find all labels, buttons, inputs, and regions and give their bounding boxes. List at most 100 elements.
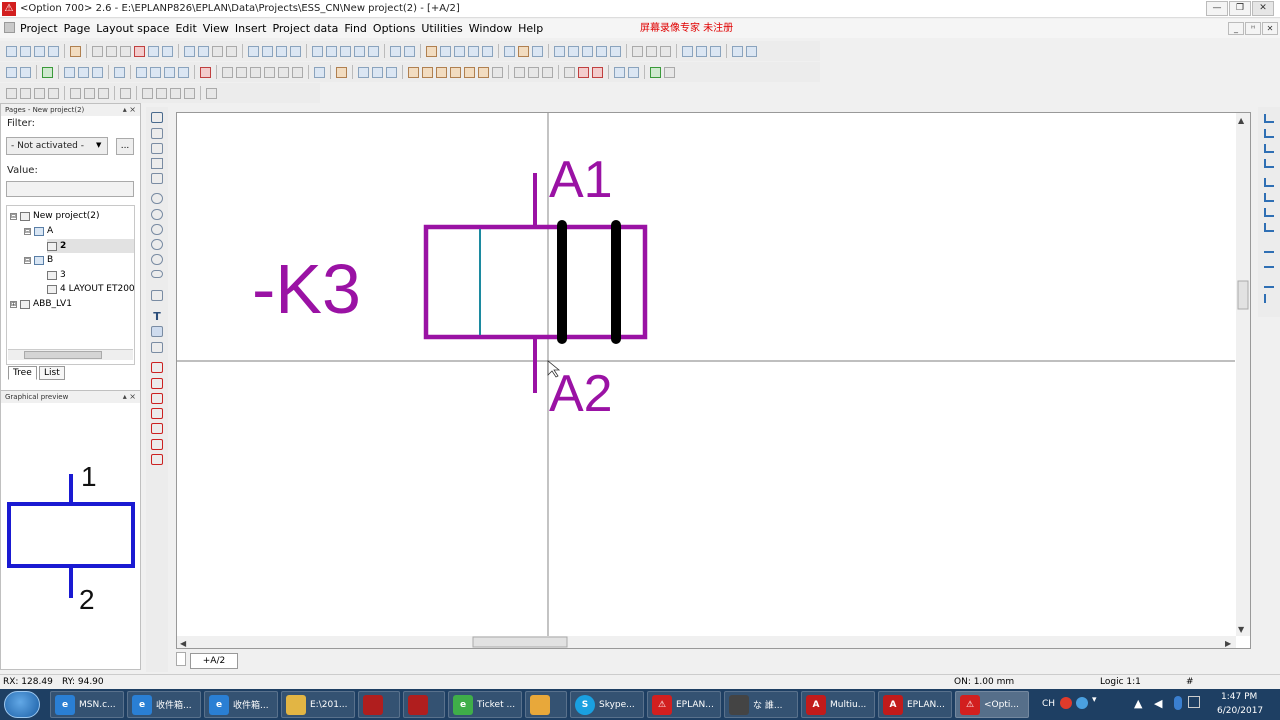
box-b-icon[interactable]: [358, 66, 369, 78]
tree-item-page[interactable]: 3: [47, 268, 66, 282]
tree-item-page[interactable]: 4 LAYOUT ET200: [47, 282, 134, 296]
hyperlink-icon[interactable]: [151, 342, 163, 353]
help-icon[interactable]: [1076, 697, 1088, 709]
box-d-icon[interactable]: [386, 66, 397, 78]
redo-list-icon[interactable]: [226, 45, 237, 57]
image-icon[interactable]: [151, 326, 163, 337]
open-project-icon[interactable]: [20, 45, 31, 57]
bluetooth-icon[interactable]: [1174, 696, 1182, 710]
vertical-scroll-thumb[interactable]: [1237, 280, 1249, 310]
page-tab-icon[interactable]: [176, 652, 186, 666]
flag-d-icon[interactable]: [178, 66, 189, 78]
menu-view[interactable]: View: [203, 22, 229, 35]
fit-all-icon[interactable]: [710, 45, 721, 57]
eplan-logo-icon[interactable]: ⚠: [2, 2, 16, 16]
sogou-icon[interactable]: [1060, 697, 1072, 709]
menu-insert[interactable]: Insert: [235, 22, 267, 35]
format-icon[interactable]: [148, 45, 159, 57]
taskbar-item[interactable]: な 誰...: [724, 691, 798, 718]
tree-item-structure[interactable]: ⊟ A: [24, 224, 53, 238]
cut-icon[interactable]: [92, 45, 103, 57]
taskbar-item[interactable]: [525, 691, 567, 718]
menu-layout-space[interactable]: Layout space: [96, 22, 169, 35]
taskbar-item[interactable]: e MSN.c...: [50, 691, 124, 718]
menu-options[interactable]: Options: [373, 22, 415, 35]
network-icon[interactable]: [1188, 696, 1200, 708]
next-page-icon[interactable]: [404, 45, 415, 57]
zoom-window-icon[interactable]: [326, 45, 337, 57]
schematic-drawing[interactable]: -K3 A1 A2 ▲ ▼ ◀ ▶: [177, 113, 1250, 648]
taskbar-item[interactable]: [358, 691, 400, 718]
arc-2-icon[interactable]: [151, 239, 163, 250]
properties-icon[interactable]: [596, 45, 607, 57]
taskbar-item[interactable]: E:\201...: [281, 691, 355, 718]
scroll-up-icon[interactable]: ▲: [1238, 116, 1245, 125]
grid-d-icon[interactable]: [482, 45, 493, 57]
polyline-icon[interactable]: [151, 128, 163, 139]
mdi-close-button[interactable]: ✕: [1262, 22, 1278, 35]
copy-icon[interactable]: [106, 45, 117, 57]
panel-close-icon[interactable]: ▴ ×: [123, 104, 136, 116]
restore-button[interactable]: ❐: [1229, 1, 1251, 16]
canvas-vertical-scrollbar[interactable]: [1236, 113, 1250, 636]
menu-edit[interactable]: Edit: [175, 22, 196, 35]
wire-b-icon[interactable]: [578, 66, 589, 78]
terminal-icon[interactable]: [114, 66, 125, 78]
interruption-icon[interactable]: [1264, 279, 1274, 288]
sector-icon[interactable]: [151, 254, 163, 265]
cable-g-icon[interactable]: [492, 66, 503, 78]
grid-icon[interactable]: [504, 45, 515, 57]
potential-c-icon[interactable]: [542, 66, 553, 78]
text-box-icon[interactable]: [151, 173, 163, 184]
list-b-icon[interactable]: [646, 45, 657, 57]
connection-b-icon[interactable]: [78, 66, 89, 78]
arrow-a-icon[interactable]: [614, 66, 625, 78]
tree-item-project[interactable]: ⊞ ABB_LV1: [10, 297, 72, 311]
corner-top-right-icon[interactable]: [1264, 129, 1274, 138]
flag-a-icon[interactable]: [136, 66, 147, 78]
grid-a-icon[interactable]: [440, 45, 451, 57]
line-icon[interactable]: [151, 112, 163, 123]
arc-icon[interactable]: [151, 224, 163, 235]
format-painter-icon[interactable]: [162, 45, 173, 57]
rectangle-icon[interactable]: [151, 158, 163, 169]
minimize-button[interactable]: —: [1206, 1, 1228, 16]
t-node-right-icon[interactable]: [1264, 208, 1274, 217]
close-button[interactable]: ✕: [1252, 1, 1274, 16]
zoom-fit-icon[interactable]: [368, 45, 379, 57]
expand-icon[interactable]: ⊞: [10, 300, 17, 308]
dimension-chain-icon[interactable]: [151, 393, 163, 404]
menu-find[interactable]: Find: [344, 22, 367, 35]
symbol-a-icon[interactable]: [6, 66, 17, 78]
object-snap-icon[interactable]: [532, 45, 543, 57]
magnet-icon[interactable]: [554, 45, 565, 57]
device-e-icon[interactable]: [278, 66, 289, 78]
previous-page-icon[interactable]: [390, 45, 401, 57]
pin-label-a1[interactable]: A1: [549, 151, 613, 209]
taskbar-item[interactable]: e Ticket ...: [448, 691, 522, 718]
device-a-icon[interactable]: [222, 66, 233, 78]
tree-item-page-selected[interactable]: 2: [47, 239, 134, 253]
scroll-left-icon[interactable]: ◀: [180, 639, 187, 648]
mdi-minimize-button[interactable]: _: [1228, 22, 1244, 35]
value-input[interactable]: [6, 181, 134, 197]
ellipse-icon[interactable]: [151, 270, 163, 278]
jumper-down-icon[interactable]: [1264, 244, 1274, 253]
list-c-icon[interactable]: [660, 45, 671, 57]
flag-c-icon[interactable]: [164, 66, 175, 78]
wrench-icon[interactable]: [70, 45, 81, 57]
cart-icon[interactable]: [732, 45, 743, 57]
dimension-increment-icon[interactable]: [151, 408, 163, 419]
potential-a-icon[interactable]: [514, 66, 525, 78]
box-a-icon[interactable]: [336, 66, 347, 78]
circle-3pt-icon[interactable]: [151, 209, 163, 220]
scroll-down-icon[interactable]: ▼: [1238, 625, 1245, 634]
crosshair-icon[interactable]: [696, 45, 707, 57]
cable-f-icon[interactable]: [478, 66, 489, 78]
menu-help[interactable]: Help: [518, 22, 543, 35]
dimension-angle-icon[interactable]: [151, 439, 163, 450]
page-new-icon[interactable]: [276, 45, 287, 57]
menu-window[interactable]: Window: [469, 22, 512, 35]
screen-icon[interactable]: [290, 45, 301, 57]
list-a-icon[interactable]: [632, 45, 643, 57]
